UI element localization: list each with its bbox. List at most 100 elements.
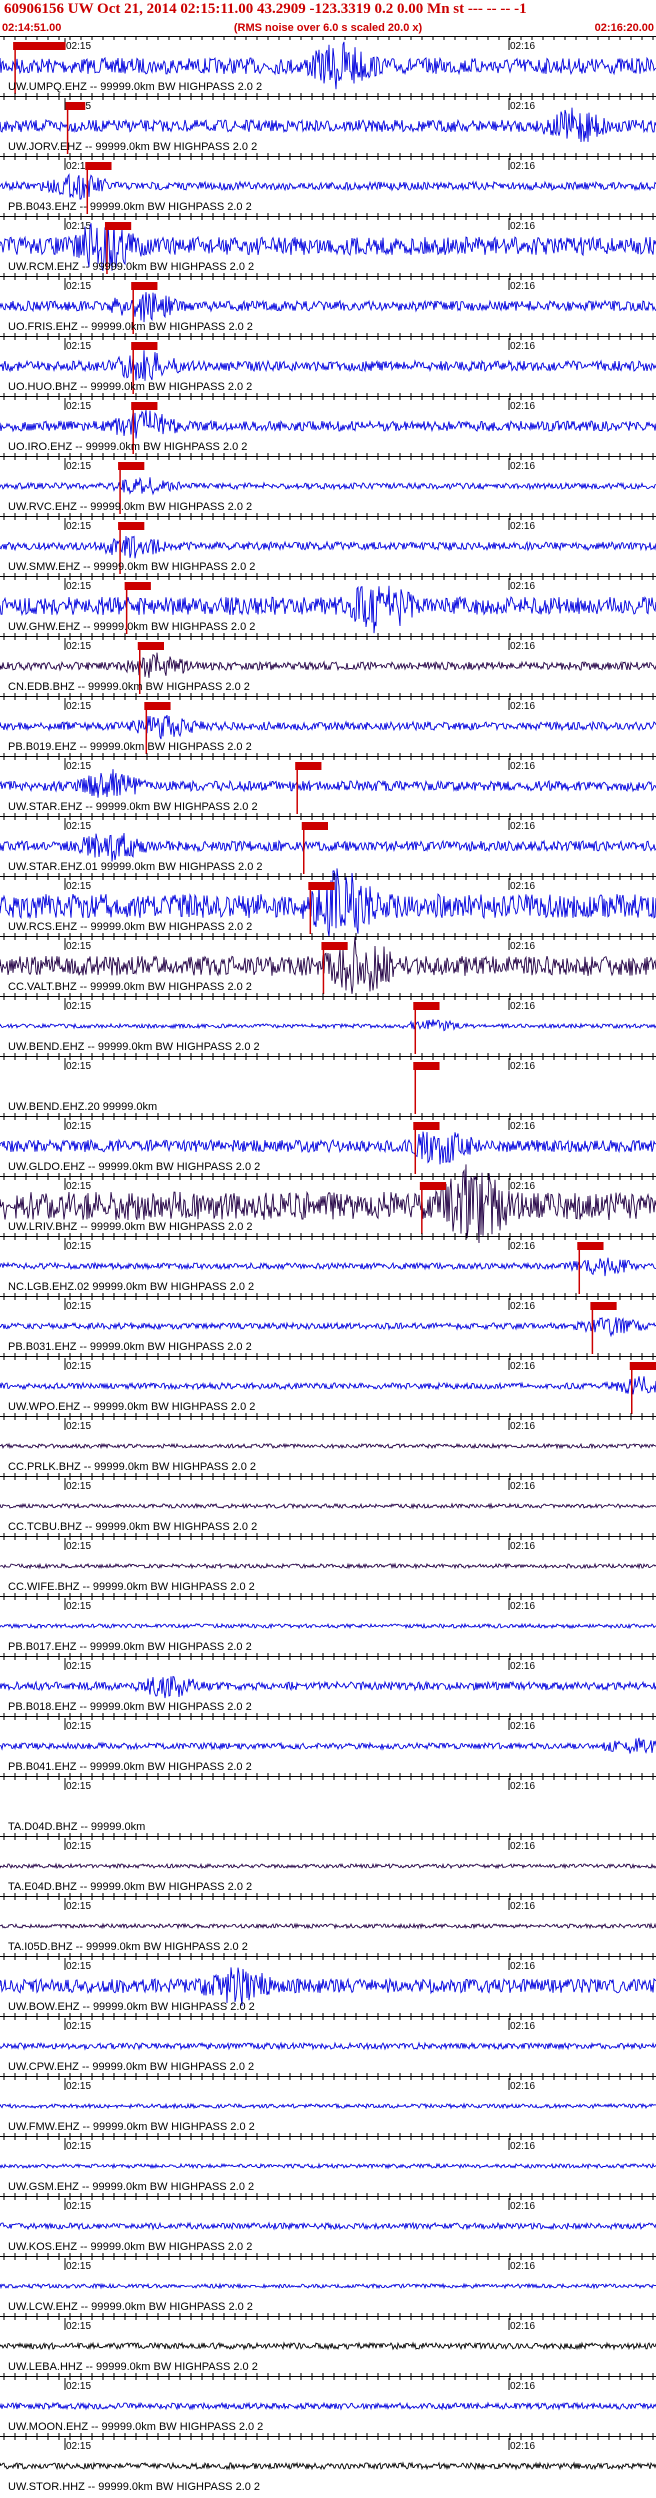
station-label: UW.BEND.EHZ.20 99999.0km [8, 1101, 157, 1113]
tick-label: 02:16 [510, 2141, 535, 2152]
tick-label: 02:15 [66, 1061, 91, 1072]
seismic-trace [0, 1622, 656, 1630]
seismic-trace [0, 2162, 656, 2170]
seismic-trace [0, 1131, 656, 1165]
tick-label: 02:15 [66, 1781, 91, 1792]
tick-label: 02:15 [66, 2381, 91, 2392]
station-label: UW.RCS.EHZ -- 99999.0km BW HIGHPASS 2.0 … [8, 921, 252, 933]
tick-label: 02:16 [510, 2261, 535, 2272]
station-label: TA.E04D.BHZ -- 99999.0km BW HIGHPASS 2.0… [8, 1881, 252, 1893]
tick-label: 02:16 [510, 1481, 535, 1492]
tick-label: 02:16 [510, 1361, 535, 1372]
tick-label: 02:16 [510, 341, 535, 352]
seismic-trace [0, 410, 656, 439]
station-label: UW.LCW.EHZ -- 99999.0km BW HIGHPASS 2.0 … [8, 2301, 253, 2313]
station-label: UO.HUO.BHZ -- 99999.0km BW HIGHPASS 2.0 … [8, 381, 252, 393]
station-label: CC.VALT.BHZ -- 99999.0km BW HIGHPASS 2.0… [8, 981, 252, 993]
station-label: TA.I05D.BHZ -- 99999.0km BW HIGHPASS 2.0… [8, 1941, 248, 1953]
station-label: PB.B043.EHZ -- 99999.0km BW HIGHPASS 2.0… [8, 201, 252, 213]
station-label: UW.CPW.EHZ -- 99999.0km BW HIGHPASS 2.0 … [8, 2061, 254, 2073]
pick-marker [13, 42, 66, 50]
tick-label: 02:16 [510, 1901, 535, 1912]
tick-label: 02:15 [66, 1481, 91, 1492]
station-label: CC.PRLK.BHZ -- 99999.0km BW HIGHPASS 2.0… [8, 1461, 256, 1473]
tick-label: 02:16 [510, 1721, 535, 1732]
tick-label: 02:16 [510, 221, 535, 232]
pick-marker [65, 102, 86, 110]
station-label: PB.B018.EHZ -- 99999.0km BW HIGHPASS 2.0… [8, 1701, 252, 1713]
tick-label: 02:16 [510, 1181, 535, 1192]
tick-label: 02:16 [510, 1061, 535, 1072]
tick-label: 02:15 [66, 761, 91, 772]
tick-label: 02:15 [66, 1241, 91, 1252]
pick-marker [419, 1182, 447, 1190]
station-label: UW.RVC.EHZ -- 99999.0km BW HIGHPASS 2.0 … [8, 501, 252, 513]
tick-label: 02:16 [510, 581, 535, 592]
seismic-trace [0, 769, 656, 798]
tick-label: 02:16 [510, 941, 535, 952]
tick-label: 02:15 [66, 2261, 91, 2272]
tick-label: 02:16 [510, 1001, 535, 1012]
pick-marker [104, 222, 132, 230]
tick-label: 02:16 [510, 1301, 535, 1312]
station-label: PB.B031.EHZ -- 99999.0km BW HIGHPASS 2.0… [8, 1341, 252, 1353]
station-label: UW.LRIV.BHZ -- 99999.0km BW HIGHPASS 2.0… [8, 1221, 253, 1233]
tick-label: 02:15 [66, 2021, 91, 2032]
seismic-trace [0, 1502, 656, 1510]
station-label: UW.GSM.EHZ -- 99999.0km BW HIGHPASS 2.0 … [8, 2181, 254, 2193]
station-label: CN.EDB.BHZ -- 99999.0km BW HIGHPASS 2.0 … [8, 681, 250, 693]
station-label: UW.RCM.EHZ -- 99999.0km BW HIGHPASS 2.0 … [8, 261, 254, 273]
pick-marker [629, 1362, 656, 1370]
seismic-trace [0, 832, 656, 862]
tick-label: 02:15 [66, 1001, 91, 1012]
tick-label: 02:16 [510, 2201, 535, 2212]
pick-marker [295, 762, 322, 770]
seismic-trace [0, 2102, 656, 2110]
tick-label: 02:16 [510, 1541, 535, 1552]
pick-marker [144, 702, 171, 710]
pick-marker [118, 522, 145, 530]
pick-marker [308, 882, 335, 890]
station-label: UW.LEBA.HHZ -- 99999.0km BW HIGHPASS 2.0… [8, 2361, 258, 2373]
tick-label: 02:15 [66, 941, 91, 952]
tick-label: 02:15 [66, 1541, 91, 1552]
tick-label: 02:15 [66, 521, 91, 532]
tick-label: 02:16 [510, 161, 535, 172]
pick-marker [321, 942, 348, 950]
station-label: CC.WIFE.BHZ -- 99999.0km BW HIGHPASS 2.0… [8, 1581, 255, 1593]
station-label: UW.GHW.EHZ -- 99999.0km BW HIGHPASS 2.0 … [8, 621, 255, 633]
tick-label: 02:15 [66, 581, 91, 592]
station-label: UW.MOON.EHZ -- 99999.0km BW HIGHPASS 2.0… [8, 2421, 263, 2433]
pick-marker [85, 162, 112, 170]
tick-label: 02:16 [510, 881, 535, 892]
tick-label: 02:16 [510, 1781, 535, 1792]
seismic-trace [0, 2221, 656, 2231]
seismic-trace [0, 2282, 656, 2290]
tick-label: 02:15 [66, 2081, 91, 2092]
pick-marker [590, 1302, 617, 1310]
pick-marker [577, 1242, 604, 1250]
seismic-trace [0, 1562, 656, 1570]
tick-label: 02:15 [66, 1361, 91, 1372]
station-label: UO.IRO.EHZ -- 99999.0km BW HIGHPASS 2.0 … [8, 441, 247, 453]
pick-marker [413, 1062, 440, 1070]
station-label: NC.LGB.EHZ.02 99999.0km BW HIGHPASS 2.0 … [8, 1281, 254, 1293]
pick-marker [131, 402, 158, 410]
tick-label: 02:16 [510, 2321, 535, 2332]
tick-label: 02:16 [510, 2441, 535, 2452]
station-label: UW.STOR.HHZ -- 99999.0km BW HIGHPASS 2.0… [8, 2481, 260, 2493]
tick-label: 02:16 [510, 461, 535, 472]
tick-label: 02:15 [66, 821, 91, 832]
tick-label: 02:15 [66, 701, 91, 712]
seismic-trace [0, 1019, 656, 1032]
pick-marker [124, 582, 151, 590]
tick-label: 02:16 [510, 1841, 535, 1852]
tick-label: 02:16 [510, 2021, 535, 2032]
tick-label: 02:15 [66, 461, 91, 472]
tick-label: 02:15 [66, 1181, 91, 1192]
tick-label: 02:16 [510, 1661, 535, 1672]
seismic-trace [0, 1922, 656, 1930]
seismic-trace [0, 1737, 656, 1754]
seismic-trace [0, 107, 656, 143]
seismic-trace [0, 2041, 656, 2051]
